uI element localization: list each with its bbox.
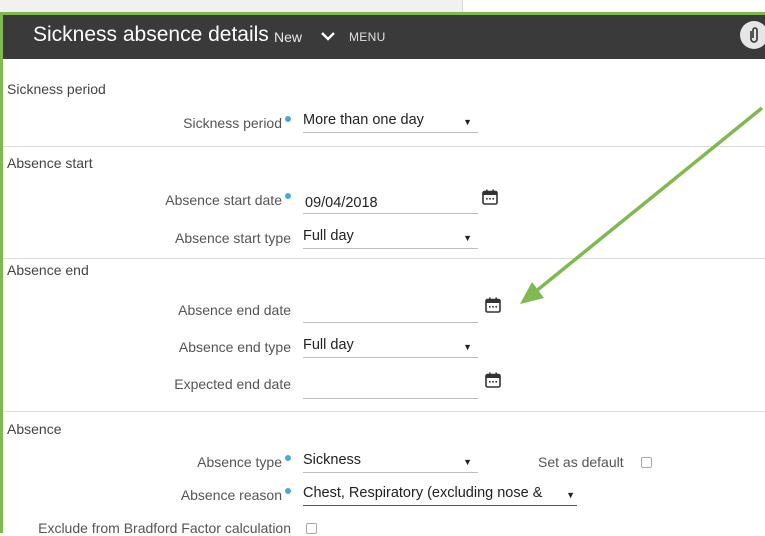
annotation-arrow (520, 106, 764, 304)
